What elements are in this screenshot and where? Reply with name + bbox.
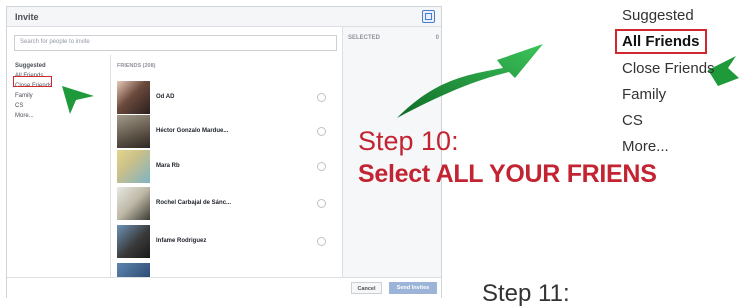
all-friends-highlight xyxy=(13,76,52,87)
select-radio[interactable] xyxy=(317,127,326,136)
arrow-small-icon xyxy=(62,86,94,114)
step10-instruction: Select ALL YOUR FRIENS xyxy=(358,160,657,188)
select-radio[interactable] xyxy=(317,237,326,246)
friend-row[interactable]: Mara Rb xyxy=(117,150,337,190)
column-divider xyxy=(342,27,343,277)
category-family[interactable]: Family xyxy=(15,93,33,99)
friend-name: Od AD xyxy=(156,94,175,100)
zoom-highlight-box xyxy=(615,29,707,54)
friend-row[interactable]: Rochel Carbajal de Sánc... xyxy=(117,187,337,227)
friend-name: Héctor Gonzalo Mardue... xyxy=(156,128,229,134)
zoom-item-cs: CS xyxy=(622,112,643,129)
avatar xyxy=(117,81,150,114)
avatar xyxy=(117,115,150,148)
cancel-button[interactable]: Cancel xyxy=(351,282,382,294)
dialog-title: Invite xyxy=(15,12,39,22)
friend-name: Infame Rodriguez xyxy=(156,238,207,244)
friend-row[interactable]: Infame Rodriguez xyxy=(117,225,337,265)
zoom-item-more: More... xyxy=(622,138,669,155)
avatar xyxy=(117,187,150,220)
avatar xyxy=(117,225,150,258)
friends-header: FRIENDS (208) xyxy=(117,63,156,69)
category-cs[interactable]: CS xyxy=(15,103,23,109)
zoom-item-suggested: Suggested xyxy=(622,7,694,24)
category-suggested[interactable]: Suggested xyxy=(15,63,46,69)
arrow-large-icon xyxy=(397,44,543,118)
dialog-expand-icon[interactable] xyxy=(422,10,435,23)
list-divider xyxy=(110,55,111,277)
select-radio[interactable] xyxy=(317,162,326,171)
avatar xyxy=(117,263,150,277)
step11-title: Step 11: xyxy=(482,280,570,307)
dialog-header: Invite xyxy=(7,7,441,27)
friend-name: Rochel Carbajal de Sánc... xyxy=(156,200,232,206)
search-placeholder: Search for people to invite xyxy=(20,39,90,45)
select-radio[interactable] xyxy=(317,93,326,102)
zoom-item-close-friends: Close Friends xyxy=(622,60,715,77)
search-input[interactable]: Search for people to invite xyxy=(14,35,337,51)
zoom-item-family: Family xyxy=(622,86,667,103)
step10-title: Step 10: xyxy=(358,126,459,156)
friend-row[interactable]: Héctor Gonzalo Mardue... xyxy=(117,115,337,155)
category-more[interactable]: More... xyxy=(15,113,34,119)
send-invites-button[interactable]: Send Invites xyxy=(389,282,437,294)
selected-label: SELECTED xyxy=(348,35,381,41)
friend-name: Mara Rb xyxy=(156,163,180,169)
select-radio[interactable] xyxy=(317,199,326,208)
avatar xyxy=(117,150,150,183)
dialog-footer: Cancel Send Invites xyxy=(7,277,441,300)
